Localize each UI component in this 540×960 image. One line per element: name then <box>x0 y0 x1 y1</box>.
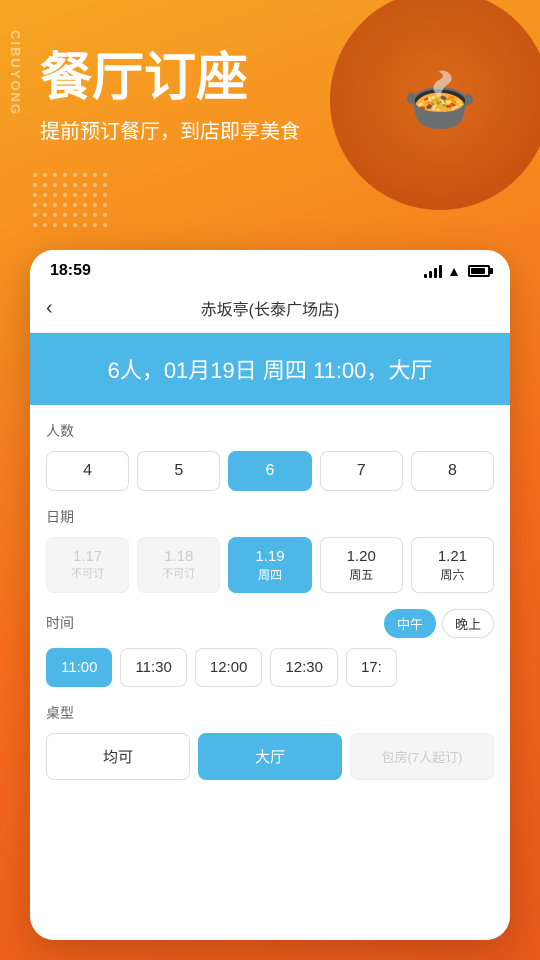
summary-text: 6人，01月19日 周四 11:00，大厅 <box>46 353 494 385</box>
time-1100[interactable]: 11:00 <box>46 648 112 687</box>
time-label: 时间 <box>46 613 74 633</box>
food-decoration: 🍲 <box>330 0 540 210</box>
nav-bar: ‹ 赤坂亭(长泰广场店) <box>30 288 510 333</box>
time-options: 11:00 11:30 12:00 12:30 17: <box>46 648 494 687</box>
summary-banner: 6人，01月19日 周四 11:00，大厅 <box>30 333 510 405</box>
nav-title: 赤坂亭(长泰广场店) <box>201 296 340 320</box>
table-options: 均可 大厅 包房(7人起订) <box>46 733 494 780</box>
table-any[interactable]: 均可 <box>46 733 190 780</box>
status-time: 18:59 <box>50 262 91 280</box>
time-1200[interactable]: 12:00 <box>195 648 263 687</box>
date-label: 日期 <box>46 507 494 527</box>
status-bar: 18:59 ▲ <box>30 250 510 288</box>
page-subtitle: 提前预订餐厅，到店即享美食 <box>40 115 300 144</box>
phone-card: 18:59 ▲ ‹ 赤坂亭(长泰广场店) 6人，01月19日 周四 11:00，… <box>30 250 510 940</box>
time-17[interactable]: 17: <box>346 648 397 687</box>
battery-icon <box>468 265 490 277</box>
background-area: 🍲 <box>0 0 540 290</box>
filter-dinner[interactable]: 晚上 <box>442 609 494 638</box>
table-private[interactable]: 包房(7人起订) <box>350 733 494 780</box>
time-header: 时间 中午 晚上 <box>46 609 494 638</box>
time-1130[interactable]: 11:30 <box>120 648 186 687</box>
people-label: 人数 <box>46 421 494 441</box>
dots-decoration <box>30 170 110 230</box>
table-hall[interactable]: 大厅 <box>198 733 342 780</box>
date-1-21[interactable]: 1.21 周六 <box>411 537 494 593</box>
table-label: 桌型 <box>46 703 494 723</box>
time-1230[interactable]: 12:30 <box>270 648 338 687</box>
date-1-20[interactable]: 1.20 周五 <box>320 537 403 593</box>
date-options: 1.17 不可订 1.18 不可订 1.19 周四 1.20 周五 1.21 周… <box>46 537 494 593</box>
people-8[interactable]: 8 <box>411 451 494 491</box>
booking-content: 人数 4 5 6 7 8 日期 1.17 不可订 1.18 不可订 1.19 周… <box>30 405 510 800</box>
time-filter-group: 中午 晚上 <box>384 609 494 638</box>
date-1-18[interactable]: 1.18 不可订 <box>137 537 220 593</box>
filter-lunch[interactable]: 中午 <box>384 609 436 638</box>
people-options: 4 5 6 7 8 <box>46 451 494 491</box>
back-button[interactable]: ‹ <box>46 297 53 320</box>
people-6[interactable]: 6 <box>228 451 311 491</box>
vertical-brand-text: CIBUYONG <box>8 30 23 116</box>
date-1-17[interactable]: 1.17 不可订 <box>46 537 129 593</box>
page-header: 餐厅订座 提前预订餐厅，到店即享美食 <box>40 50 300 144</box>
wifi-icon: ▲ <box>447 263 461 279</box>
date-1-19[interactable]: 1.19 周四 <box>228 537 311 593</box>
page-title: 餐厅订座 <box>40 50 300 107</box>
status-icons: ▲ <box>424 263 490 279</box>
people-4[interactable]: 4 <box>46 451 129 491</box>
signal-icon <box>424 264 442 278</box>
people-7[interactable]: 7 <box>320 451 403 491</box>
people-5[interactable]: 5 <box>137 451 220 491</box>
